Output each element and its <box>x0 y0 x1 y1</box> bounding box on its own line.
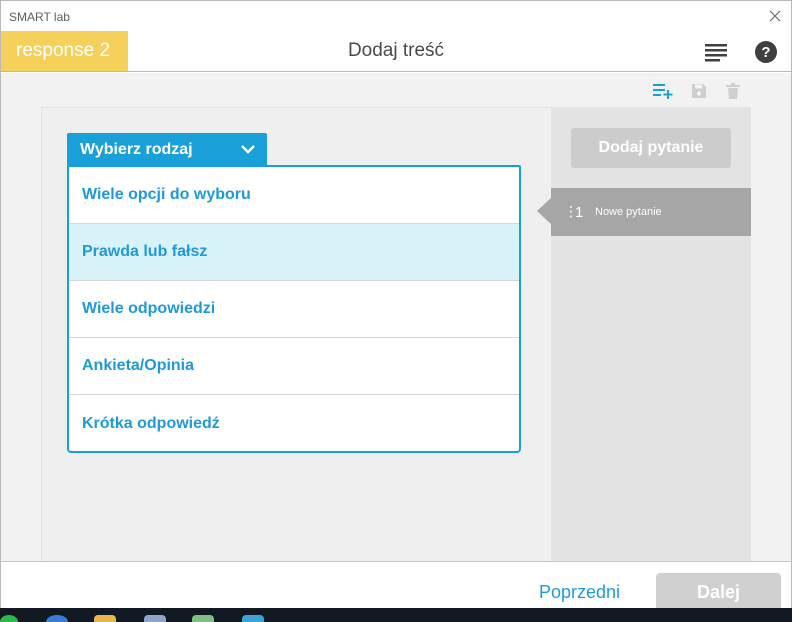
option-survey-opinion[interactable]: Ankieta/Opinia <box>69 338 519 395</box>
question-type-option-list: Wiele opcji do wyboru Prawda lub fałsz W… <box>67 165 521 453</box>
close-icon <box>769 10 781 22</box>
menu-button[interactable] <box>704 42 728 62</box>
previous-button[interactable]: Poprzedni <box>539 582 620 603</box>
taskbar-app-icon[interactable] <box>192 615 214 622</box>
option-multiple-choice[interactable]: Wiele opcji do wyboru <box>69 167 519 224</box>
option-true-false[interactable]: Prawda lub fałsz <box>69 224 519 281</box>
taskbar-browser-icon[interactable] <box>46 615 68 622</box>
footer-bar: Poprzedni Dalej <box>1 561 791 611</box>
add-list-icon <box>653 84 673 99</box>
taskbar-app-icon[interactable] <box>144 615 166 622</box>
close-button[interactable] <box>765 6 785 26</box>
add-question-button[interactable]: Dodaj pytanie <box>571 128 731 168</box>
add-question-list-button[interactable] <box>652 81 674 101</box>
next-button[interactable]: Dalej <box>656 573 781 611</box>
question-number: 1 <box>575 204 584 221</box>
question-type-dropdown[interactable]: Wybierz rodzaj <box>67 133 267 166</box>
taskbar-folder-icon[interactable] <box>94 615 116 622</box>
app-window: SMART lab response 2 Dodaj treść ? Wybie… <box>0 0 792 611</box>
save-icon <box>692 84 706 98</box>
os-taskbar <box>0 608 792 622</box>
title-bar: SMART lab <box>1 1 791 31</box>
selection-pointer <box>537 198 551 224</box>
help-button[interactable]: ? <box>755 41 777 63</box>
trash-icon <box>726 83 740 99</box>
taskbar-app-icon[interactable] <box>0 615 18 622</box>
question-list-panel: Dodaj pytanie ⋮ 1 Nowe pytanie <box>537 107 751 561</box>
save-button[interactable] <box>688 81 710 101</box>
option-short-answer[interactable]: Krótka odpowiedź <box>69 395 519 452</box>
app-title: SMART lab <box>9 10 70 24</box>
help-icon: ? <box>761 43 771 61</box>
question-type-dropdown-label: Wybierz rodzaj <box>80 140 193 158</box>
content-area: Wybierz rodzaj Wiele opcji do wyboru Pra… <box>1 73 791 561</box>
taskbar-app-icon[interactable] <box>242 615 264 622</box>
activity-name-badge: response 2 <box>1 31 128 71</box>
delete-button[interactable] <box>722 81 744 101</box>
hamburger-menu-icon <box>705 44 727 62</box>
header-bar: response 2 Dodaj treść ? <box>1 31 791 72</box>
question-list-item[interactable]: ⋮ 1 Nowe pytanie <box>537 188 751 236</box>
question-label: Nowe pytanie <box>595 206 662 218</box>
option-multiple-answer[interactable]: Wiele odpowiedzi <box>69 281 519 338</box>
chevron-down-icon <box>241 145 255 154</box>
